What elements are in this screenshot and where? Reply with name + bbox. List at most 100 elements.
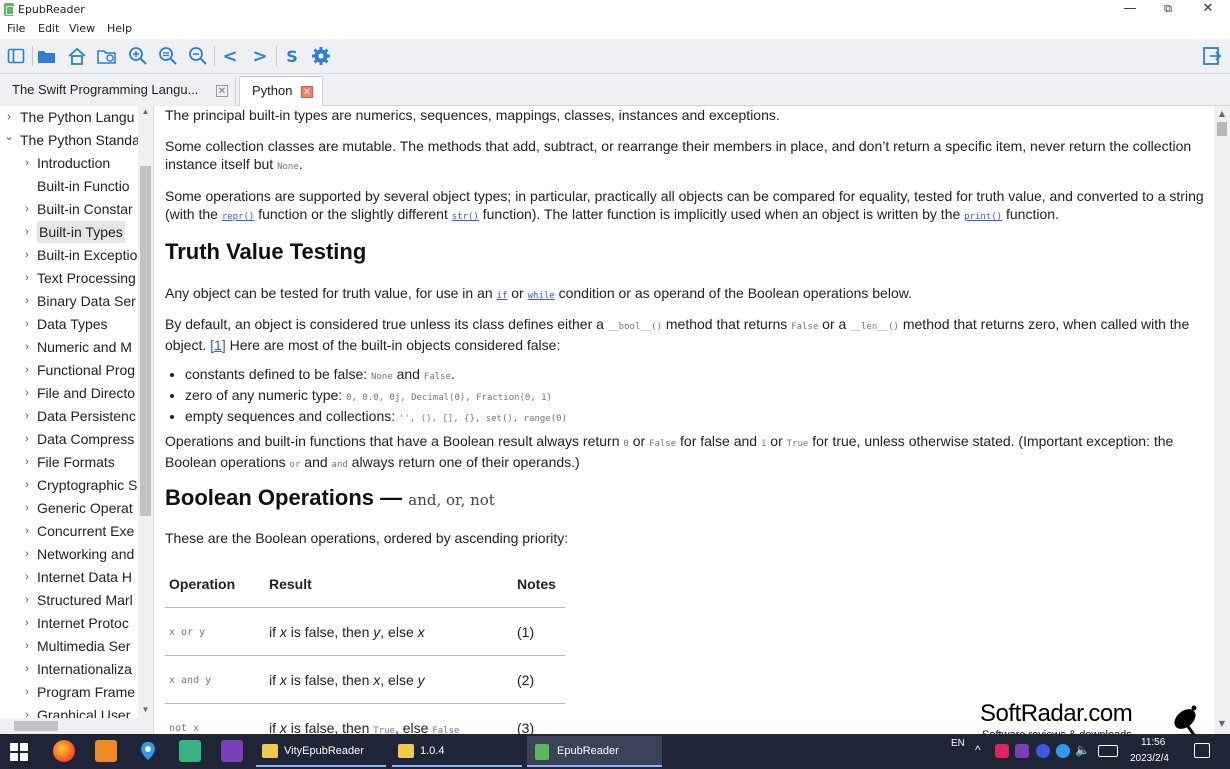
toc-item[interactable]: › Functional Prog — [0, 359, 138, 382]
chevron-down-icon[interactable]: ⌄ — [4, 129, 14, 148]
chevron-right-icon[interactable]: › — [4, 106, 14, 128]
open-folder-icon[interactable] — [35, 44, 59, 68]
sidebar-toggle-icon[interactable] — [4, 44, 28, 68]
zoom-in-icon[interactable] — [126, 44, 150, 68]
chevron-right-icon[interactable]: › — [22, 428, 32, 450]
previous-icon[interactable]: < — [218, 44, 242, 68]
zoom-out-icon[interactable] — [186, 44, 210, 68]
chevron-right-icon[interactable]: › — [22, 497, 32, 519]
notifications-icon[interactable] — [1194, 743, 1210, 758]
toc-item[interactable]: › Built-in Exceptio — [0, 244, 138, 267]
volume-icon[interactable]: 🔈 — [1075, 743, 1090, 757]
chevron-right-icon[interactable]: › — [22, 152, 32, 174]
chevron-right-icon[interactable]: › — [22, 566, 32, 588]
menu-help[interactable]: Help — [107, 22, 132, 35]
menu-edit[interactable]: Edit — [38, 22, 59, 35]
toc-item[interactable]: › The Python Langu — [0, 106, 138, 129]
toc-item[interactable]: Built-in Functio — [0, 175, 138, 198]
tab-python[interactable]: Python ✕ — [239, 76, 323, 106]
chevron-right-icon[interactable]: › — [22, 520, 32, 542]
if-link[interactable]: if — [497, 291, 508, 301]
windows-start-icon[interactable] — [10, 743, 28, 761]
toc-item[interactable]: › File Formats — [0, 451, 138, 474]
toc-item[interactable]: › Networking and — [0, 543, 138, 566]
print-link[interactable]: print() — [964, 212, 1002, 222]
menu-file[interactable]: File — [7, 22, 25, 35]
content-scroll-thumb[interactable] — [1217, 122, 1227, 136]
toc-item[interactable]: › Built-in Types — [0, 221, 138, 244]
tab-close-icon[interactable]: ✕ — [301, 86, 313, 98]
chevron-right-icon[interactable]: › — [22, 359, 32, 381]
taskbar-app-folder[interactable]: 1.0.4 — [390, 736, 524, 767]
maps-pin-icon[interactable] — [137, 740, 159, 762]
toc-item[interactable]: › Multimedia Ser — [0, 635, 138, 658]
chevron-right-icon[interactable]: › — [22, 405, 32, 427]
maximize-button[interactable]: ⧉ — [1148, 0, 1188, 20]
toc-item[interactable]: › Data Types — [0, 313, 138, 336]
input-language[interactable]: EN — [951, 738, 965, 749]
toc-item[interactable]: › Internationaliza — [0, 658, 138, 681]
toc-item[interactable]: › Introduction — [0, 152, 138, 175]
tray-f-icon[interactable] — [1036, 744, 1050, 758]
scroll-down-icon[interactable]: ▼ — [140, 704, 151, 716]
footnote-link[interactable]: [1] — [210, 337, 226, 353]
content-vertical-scrollbar[interactable]: ▲ ▼ — [1214, 106, 1230, 734]
qt-creator-icon[interactable] — [179, 740, 201, 762]
toc-item[interactable]: › Data Compress — [0, 428, 138, 451]
chevron-right-icon[interactable]: › — [22, 244, 32, 266]
onenote-icon[interactable] — [221, 740, 243, 762]
toc-item[interactable]: › File and Directo — [0, 382, 138, 405]
repr-link[interactable]: repr() — [222, 212, 255, 222]
sidebar-vertical-scrollbar[interactable]: ▲ ▼ — [138, 106, 153, 734]
toc-item[interactable]: › Built-in Constar — [0, 198, 138, 221]
toc-item[interactable]: › Data Persistenc — [0, 405, 138, 428]
chevron-right-icon[interactable]: › — [22, 543, 32, 565]
toc-item[interactable]: › Binary Data Ser — [0, 290, 138, 313]
settings-icon[interactable] — [309, 44, 333, 68]
sidebar-scroll-thumb[interactable] — [140, 166, 151, 516]
s-icon[interactable]: S — [280, 44, 304, 68]
exit-icon[interactable] — [1200, 44, 1224, 68]
toc-item[interactable]: › Numeric and M — [0, 336, 138, 359]
chevron-right-icon[interactable]: › — [22, 658, 32, 680]
chevron-right-icon[interactable]: › — [22, 612, 32, 634]
chevron-right-icon[interactable]: › — [22, 474, 32, 496]
chevron-right-icon[interactable]: › — [22, 681, 32, 703]
toc-item[interactable]: › Concurrent Exe — [0, 520, 138, 543]
library-icon[interactable] — [95, 44, 119, 68]
sidebar-hscroll-thumb[interactable] — [14, 721, 58, 731]
tray-onenote-icon[interactable] — [1015, 744, 1029, 758]
menu-view[interactable]: View — [69, 22, 95, 35]
toc-item[interactable]: › Internet Protoc — [0, 612, 138, 635]
minimize-button[interactable]: — — [1110, 0, 1150, 20]
chevron-right-icon[interactable]: › — [22, 382, 32, 404]
zoom-reset-icon[interactable] — [156, 44, 180, 68]
taskbar-app-epubreader[interactable]: EpubReader — [527, 736, 662, 767]
sidebar-horizontal-scrollbar[interactable] — [0, 718, 138, 734]
chevron-right-icon[interactable]: › — [22, 336, 32, 358]
chevron-right-icon[interactable]: › — [22, 451, 32, 473]
toc-item[interactable]: › Generic Operat — [0, 497, 138, 520]
keyboard-icon[interactable] — [1098, 745, 1118, 757]
chevron-right-icon[interactable]: › — [22, 589, 32, 611]
tray-cloud-icon[interactable] — [1056, 744, 1070, 758]
chevron-right-icon[interactable]: › — [22, 313, 32, 335]
taskbar-app-vityepubreader[interactable]: VityEpubReader — [254, 736, 388, 767]
chevron-right-icon[interactable]: › — [22, 635, 32, 657]
sublime-text-icon[interactable] — [95, 740, 117, 762]
chevron-right-icon[interactable]: › — [22, 290, 32, 312]
next-icon[interactable]: > — [248, 44, 272, 68]
close-button[interactable]: ✕ — [1188, 0, 1228, 20]
chevron-right-icon[interactable]: › — [22, 221, 32, 243]
toc-item[interactable]: ⌄ The Python Standa — [0, 129, 138, 152]
chevron-right-icon[interactable]: › — [22, 198, 32, 220]
tray-app-icon[interactable] — [995, 744, 1009, 758]
toc-item[interactable]: › Program Frame — [0, 681, 138, 704]
toc-item[interactable]: › Internet Data H — [0, 566, 138, 589]
while-link[interactable]: while — [528, 291, 555, 301]
str-link[interactable]: str() — [452, 212, 479, 222]
toc-item[interactable]: › Structured Marl — [0, 589, 138, 612]
chevron-right-icon[interactable]: › — [22, 267, 32, 289]
tab-swift[interactable]: The Swift Programming Langu... ✕ — [0, 76, 236, 106]
tray-expand-icon[interactable]: ^ — [975, 743, 981, 757]
